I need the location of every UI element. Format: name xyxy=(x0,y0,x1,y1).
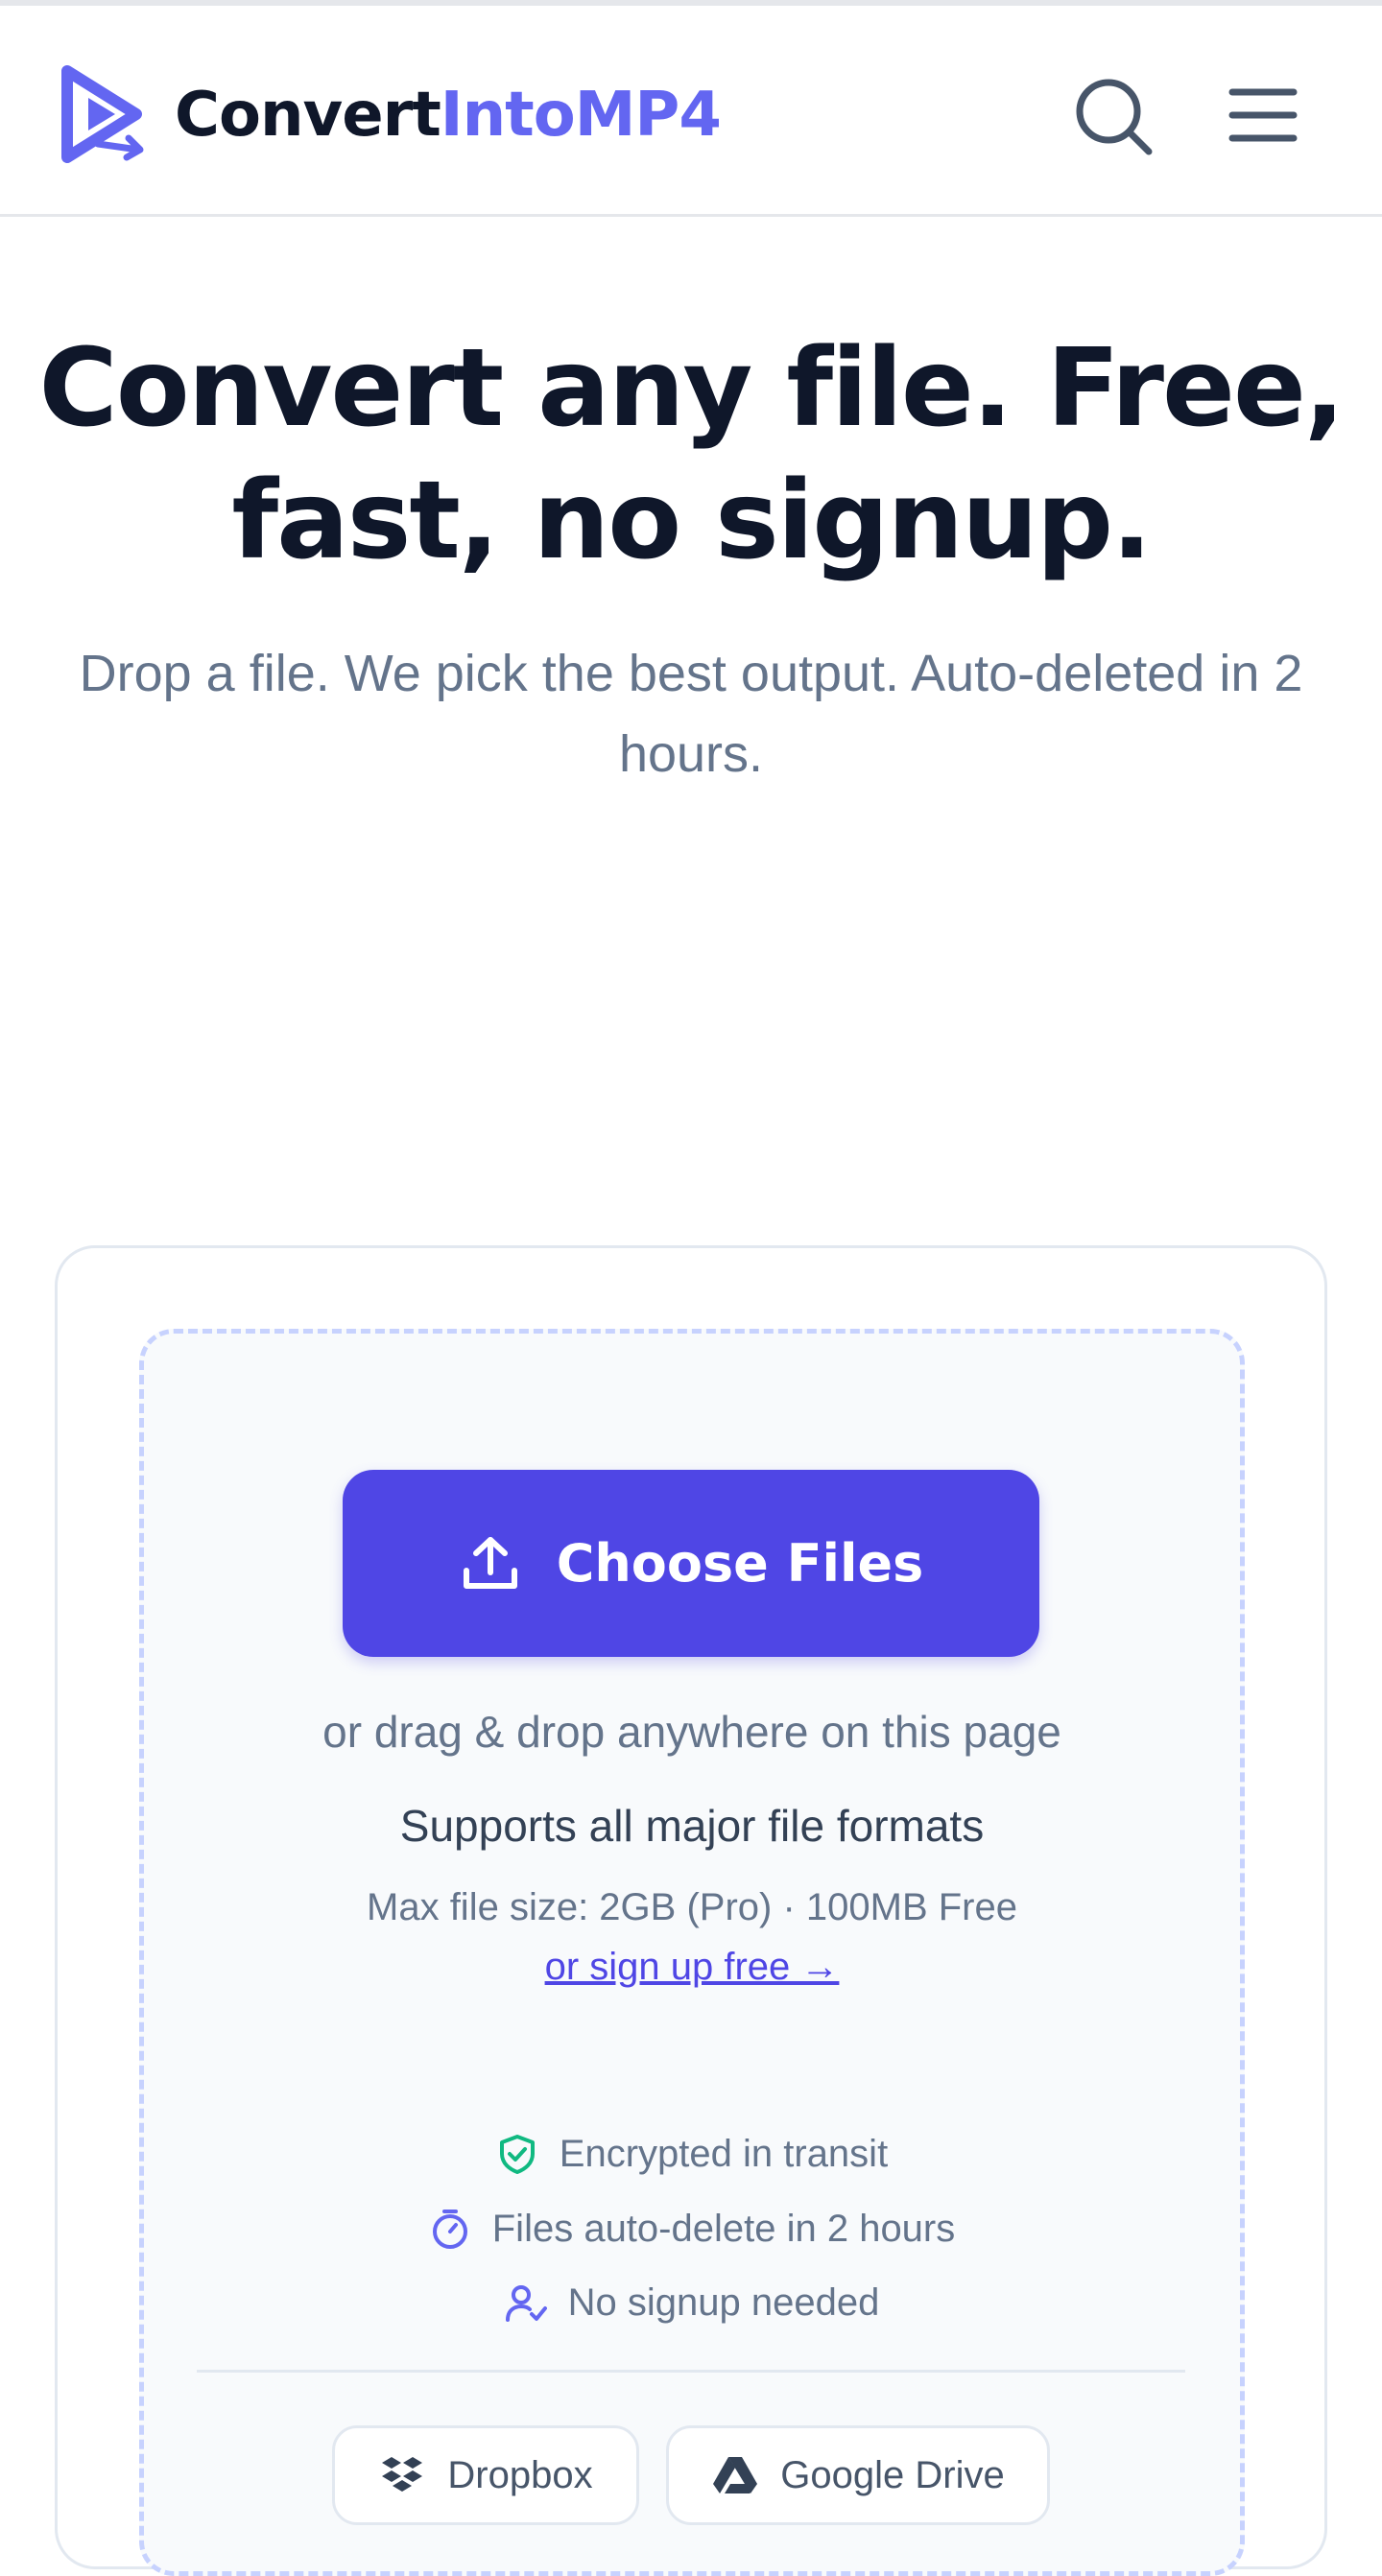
divider xyxy=(197,2370,1185,2373)
timer-icon xyxy=(432,2210,467,2249)
brand-logo[interactable]: ConvertIntoMP4 xyxy=(175,69,722,161)
dropbox-label: Dropbox xyxy=(447,2453,593,2496)
max-file-size: Max file size: 2GB (Pro) · 100MB Free xyxy=(367,1886,1017,1928)
search-icon[interactable] xyxy=(1070,69,1156,161)
upload-icon xyxy=(463,1536,517,1589)
feature-auto-delete: Files auto-delete in 2 hours xyxy=(139,2200,1245,2257)
brand-name-part1: Convert xyxy=(175,80,441,151)
google-drive-label: Google Drive xyxy=(780,2453,1005,2496)
play-arrow-logo-icon[interactable] xyxy=(56,61,148,167)
user-check-icon xyxy=(505,2285,547,2322)
page-subtitle: Drop a file. We pick the best output. Au… xyxy=(79,645,1303,783)
feature-label: Files auto-delete in 2 hours xyxy=(491,2208,956,2250)
signup-link[interactable]: or sign up free → xyxy=(545,1946,840,1988)
feature-no-signup: No signup needed xyxy=(139,2274,1245,2331)
dropbox-button[interactable]: Dropbox xyxy=(332,2425,639,2525)
site-header: ConvertIntoMP4 xyxy=(0,6,1382,217)
feature-label: Encrypted in transit xyxy=(559,2133,889,2175)
google-drive-button[interactable]: Google Drive xyxy=(666,2425,1050,2525)
choose-files-label: Choose Files xyxy=(556,1533,924,1594)
brand-name-part2: IntoMP4 xyxy=(440,80,722,151)
shield-check-icon xyxy=(499,2135,535,2174)
feature-label: No signup needed xyxy=(567,2281,880,2324)
formats-note: Supports all major file formats xyxy=(399,1801,985,1851)
choose-files-button[interactable]: Choose Files xyxy=(343,1470,1039,1657)
dropbox-icon xyxy=(382,2457,423,2492)
google-drive-icon xyxy=(713,2457,758,2493)
drag-drop-hint: or drag & drop anywhere on this page xyxy=(322,1707,1061,1757)
hamburger-menu-icon[interactable] xyxy=(1221,69,1305,161)
page-title: Convert any file. Free, fast, no signup. xyxy=(38,326,1346,583)
feature-encrypted: Encrypted in transit xyxy=(139,2125,1245,2183)
signup-link-container: or sign up free → xyxy=(139,1938,1245,1996)
